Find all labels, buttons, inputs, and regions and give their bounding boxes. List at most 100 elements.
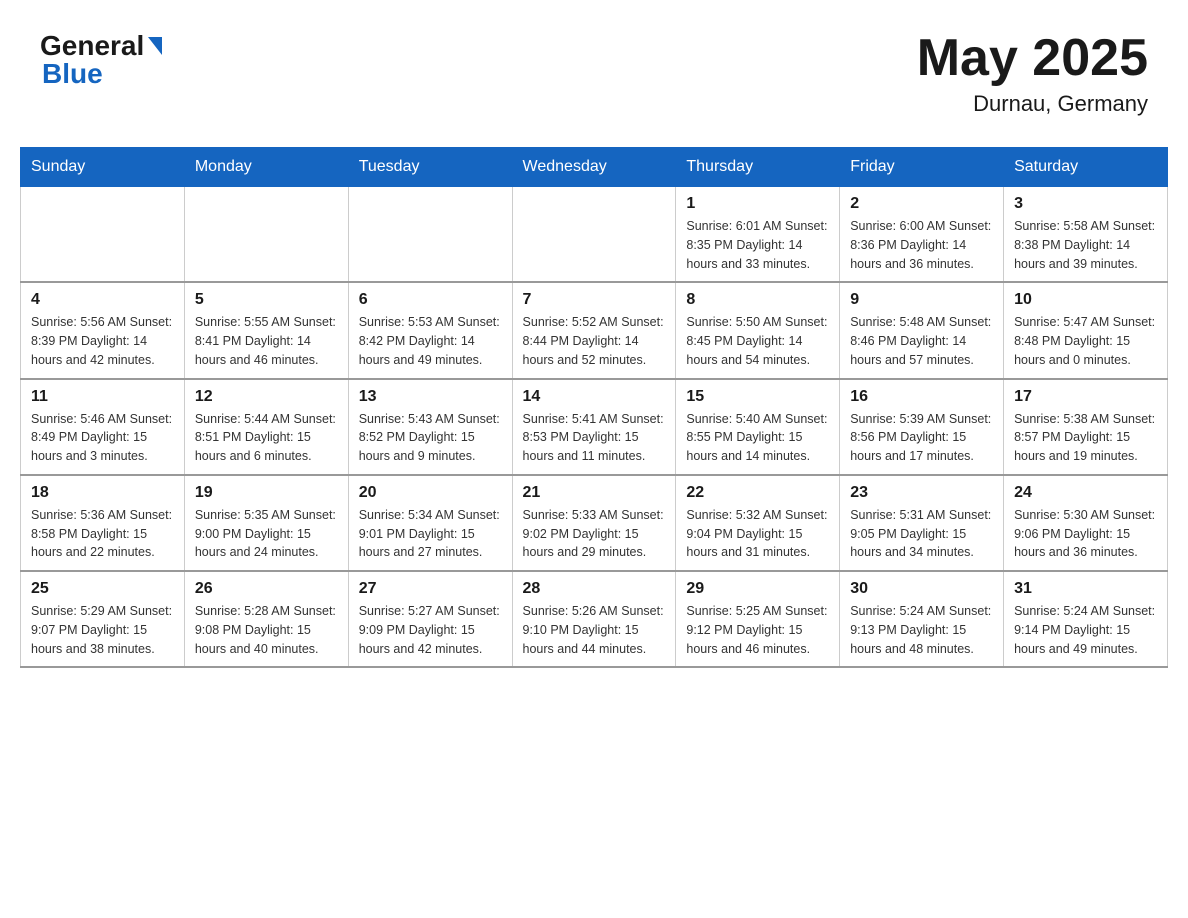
calendar-week-1: 1Sunrise: 6:01 AM Sunset: 8:35 PM Daylig… bbox=[21, 187, 1168, 283]
logo-blue-text: Blue bbox=[42, 58, 103, 90]
day-info: Sunrise: 5:24 AM Sunset: 9:14 PM Dayligh… bbox=[1014, 602, 1157, 658]
calendar-cell: 1Sunrise: 6:01 AM Sunset: 8:35 PM Daylig… bbox=[676, 187, 840, 283]
day-info: Sunrise: 5:47 AM Sunset: 8:48 PM Dayligh… bbox=[1014, 313, 1157, 369]
calendar-week-4: 18 Sunrise: 5:36 AM Sunset: 8:58 PM Dayli… bbox=[21, 475, 1168, 571]
day-info: Sunrise: 5:53 AM Sunset: 8:42 PM Dayligh… bbox=[359, 313, 502, 369]
day-number: 21 bbox=[523, 484, 666, 502]
header-saturday: Saturday bbox=[1004, 148, 1168, 187]
calendar-cell: 24 Sunrise: 5:30 AM Sunset: 9:06 PM Dayli… bbox=[1004, 475, 1168, 571]
day-number: 29 bbox=[686, 580, 829, 598]
calendar-cell: 23Sunrise: 5:31 AM Sunset: 9:05 PM Dayli… bbox=[840, 475, 1004, 571]
calendar-cell: 6 Sunrise: 5:53 AM Sunset: 8:42 PM Daylig… bbox=[348, 282, 512, 378]
calendar-cell: 16 Sunrise: 5:39 AM Sunset: 8:56 PM Dayli… bbox=[840, 379, 1004, 475]
day-info: Sunrise: 5:40 AM Sunset: 8:55 PM Dayligh… bbox=[686, 410, 829, 466]
day-info: Sunrise: 5:48 AM Sunset: 8:46 PM Dayligh… bbox=[850, 313, 993, 369]
calendar-cell: 5 Sunrise: 5:55 AM Sunset: 8:41 PM Daylig… bbox=[184, 282, 348, 378]
day-info: Sunrise: 5:29 AM Sunset: 9:07 PM Dayligh… bbox=[31, 602, 174, 658]
day-number: 2 bbox=[850, 195, 993, 213]
day-info: Sunrise: 5:28 AM Sunset: 9:08 PM Dayligh… bbox=[195, 602, 338, 658]
day-info: Sunrise: 5:43 AM Sunset: 8:52 PM Dayligh… bbox=[359, 410, 502, 466]
header-tuesday: Tuesday bbox=[348, 148, 512, 187]
header-wednesday: Wednesday bbox=[512, 148, 676, 187]
calendar-cell: 8Sunrise: 5:50 AM Sunset: 8:45 PM Daylig… bbox=[676, 282, 840, 378]
month-year-title: May 2025 bbox=[917, 30, 1148, 87]
day-info: Sunrise: 5:33 AM Sunset: 9:02 PM Dayligh… bbox=[523, 506, 666, 562]
calendar-cell: 9 Sunrise: 5:48 AM Sunset: 8:46 PM Daylig… bbox=[840, 282, 1004, 378]
calendar-cell: 28Sunrise: 5:26 AM Sunset: 9:10 PM Dayli… bbox=[512, 571, 676, 667]
day-number: 25 bbox=[31, 580, 174, 598]
day-number: 4 bbox=[31, 291, 174, 309]
day-info: Sunrise: 5:36 AM Sunset: 8:58 PM Dayligh… bbox=[31, 506, 174, 562]
day-info: Sunrise: 5:35 AM Sunset: 9:00 PM Dayligh… bbox=[195, 506, 338, 562]
calendar-cell: 20 Sunrise: 5:34 AM Sunset: 9:01 PM Dayli… bbox=[348, 475, 512, 571]
calendar-week-3: 11 Sunrise: 5:46 AM Sunset: 8:49 PM Dayli… bbox=[21, 379, 1168, 475]
day-number: 13 bbox=[359, 388, 502, 406]
day-number: 20 bbox=[359, 484, 502, 502]
header-friday: Friday bbox=[840, 148, 1004, 187]
day-info: Sunrise: 5:30 AM Sunset: 9:06 PM Dayligh… bbox=[1014, 506, 1157, 562]
day-number: 14 bbox=[523, 388, 666, 406]
calendar-cell: 2 Sunrise: 6:00 AM Sunset: 8:36 PM Daylig… bbox=[840, 187, 1004, 283]
calendar-cell: 26Sunrise: 5:28 AM Sunset: 9:08 PM Dayli… bbox=[184, 571, 348, 667]
day-info: Sunrise: 5:41 AM Sunset: 8:53 PM Dayligh… bbox=[523, 410, 666, 466]
day-info: Sunrise: 5:55 AM Sunset: 8:41 PM Dayligh… bbox=[195, 313, 338, 369]
calendar-cell: 30Sunrise: 5:24 AM Sunset: 9:13 PM Dayli… bbox=[840, 571, 1004, 667]
calendar-week-5: 25 Sunrise: 5:29 AM Sunset: 9:07 PM Dayli… bbox=[21, 571, 1168, 667]
header-sunday: Sunday bbox=[21, 148, 185, 187]
day-number: 22 bbox=[686, 484, 829, 502]
calendar-cell: 14 Sunrise: 5:41 AM Sunset: 8:53 PM Dayli… bbox=[512, 379, 676, 475]
day-info: Sunrise: 5:25 AM Sunset: 9:12 PM Dayligh… bbox=[686, 602, 829, 658]
calendar-cell: 31 Sunrise: 5:24 AM Sunset: 9:14 PM Dayli… bbox=[1004, 571, 1168, 667]
day-number: 7 bbox=[523, 291, 666, 309]
header-thursday: Thursday bbox=[676, 148, 840, 187]
day-info: Sunrise: 5:56 AM Sunset: 8:39 PM Dayligh… bbox=[31, 313, 174, 369]
day-info: Sunrise: 5:39 AM Sunset: 8:56 PM Dayligh… bbox=[850, 410, 993, 466]
page-header: General Blue May 2025 Durnau, Germany bbox=[20, 20, 1168, 127]
calendar-cell: 18 Sunrise: 5:36 AM Sunset: 8:58 PM Dayli… bbox=[21, 475, 185, 571]
location-subtitle: Durnau, Germany bbox=[917, 91, 1148, 117]
calendar-cell: 12Sunrise: 5:44 AM Sunset: 8:51 PM Dayli… bbox=[184, 379, 348, 475]
day-info: Sunrise: 5:34 AM Sunset: 9:01 PM Dayligh… bbox=[359, 506, 502, 562]
day-number: 11 bbox=[31, 388, 174, 406]
day-number: 12 bbox=[195, 388, 338, 406]
calendar-week-2: 4 Sunrise: 5:56 AM Sunset: 8:39 PM Daylig… bbox=[21, 282, 1168, 378]
calendar-cell: 7Sunrise: 5:52 AM Sunset: 8:44 PM Daylig… bbox=[512, 282, 676, 378]
day-number: 16 bbox=[850, 388, 993, 406]
day-number: 9 bbox=[850, 291, 993, 309]
day-number: 27 bbox=[359, 580, 502, 598]
day-number: 30 bbox=[850, 580, 993, 598]
calendar-cell bbox=[512, 187, 676, 283]
calendar-cell: 13 Sunrise: 5:43 AM Sunset: 8:52 PM Dayli… bbox=[348, 379, 512, 475]
calendar-cell: 22 Sunrise: 5:32 AM Sunset: 9:04 PM Dayli… bbox=[676, 475, 840, 571]
calendar-cell: 19 Sunrise: 5:35 AM Sunset: 9:00 PM Dayli… bbox=[184, 475, 348, 571]
calendar-header-row: Sunday Monday Tuesday Wednesday Thursday… bbox=[21, 148, 1168, 187]
day-number: 18 bbox=[31, 484, 174, 502]
day-number: 19 bbox=[195, 484, 338, 502]
day-info: Sunrise: 5:38 AM Sunset: 8:57 PM Dayligh… bbox=[1014, 410, 1157, 466]
calendar-cell: 29 Sunrise: 5:25 AM Sunset: 9:12 PM Dayli… bbox=[676, 571, 840, 667]
day-number: 24 bbox=[1014, 484, 1157, 502]
day-info: Sunrise: 5:26 AM Sunset: 9:10 PM Dayligh… bbox=[523, 602, 666, 658]
calendar-cell: 27 Sunrise: 5:27 AM Sunset: 9:09 PM Dayli… bbox=[348, 571, 512, 667]
day-number: 31 bbox=[1014, 580, 1157, 598]
day-number: 3 bbox=[1014, 195, 1157, 213]
day-info: Sunrise: 5:46 AM Sunset: 8:49 PM Dayligh… bbox=[31, 410, 174, 466]
calendar-table: Sunday Monday Tuesday Wednesday Thursday… bbox=[20, 147, 1168, 668]
day-info: Sunrise: 5:58 AM Sunset: 8:38 PM Dayligh… bbox=[1014, 217, 1157, 273]
day-number: 5 bbox=[195, 291, 338, 309]
calendar-cell: 3 Sunrise: 5:58 AM Sunset: 8:38 PM Daylig… bbox=[1004, 187, 1168, 283]
calendar-cell: 17Sunrise: 5:38 AM Sunset: 8:57 PM Dayli… bbox=[1004, 379, 1168, 475]
calendar-cell: 4 Sunrise: 5:56 AM Sunset: 8:39 PM Daylig… bbox=[21, 282, 185, 378]
logo-arrow-icon bbox=[148, 37, 162, 55]
day-info: Sunrise: 5:27 AM Sunset: 9:09 PM Dayligh… bbox=[359, 602, 502, 658]
header-monday: Monday bbox=[184, 148, 348, 187]
day-info: Sunrise: 5:32 AM Sunset: 9:04 PM Dayligh… bbox=[686, 506, 829, 562]
day-number: 6 bbox=[359, 291, 502, 309]
calendar-cell: 21 Sunrise: 5:33 AM Sunset: 9:02 PM Dayli… bbox=[512, 475, 676, 571]
day-number: 23 bbox=[850, 484, 993, 502]
logo: General Blue bbox=[40, 30, 162, 90]
day-number: 10 bbox=[1014, 291, 1157, 309]
title-section: May 2025 Durnau, Germany bbox=[917, 30, 1148, 117]
day-info: Sunrise: 6:00 AM Sunset: 8:36 PM Dayligh… bbox=[850, 217, 993, 273]
calendar-cell: 11 Sunrise: 5:46 AM Sunset: 8:49 PM Dayli… bbox=[21, 379, 185, 475]
